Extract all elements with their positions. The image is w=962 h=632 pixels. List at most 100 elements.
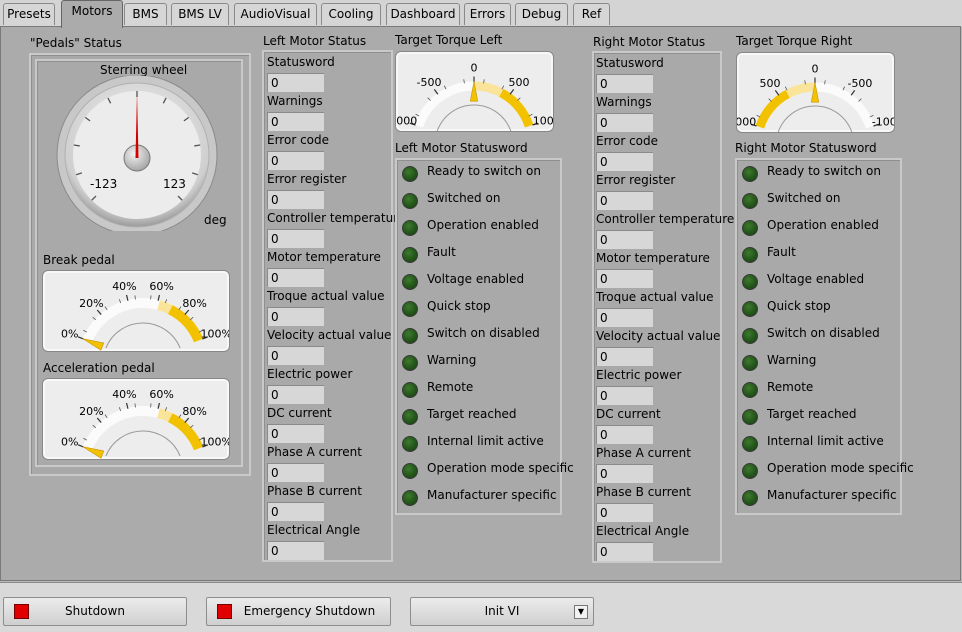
steering-label: Sterring wheel [100, 63, 187, 77]
left-statusword-led [402, 409, 418, 425]
accel-pedal-needle [83, 447, 104, 458]
tab-audiovisual[interactable]: AudioVisual [234, 3, 317, 25]
right-motor-field-label: Motor temperature [596, 251, 710, 265]
left-motor-field-label: Statusword [267, 55, 335, 69]
right-statusword-led-label: Voltage enabled [767, 272, 864, 286]
left-motor-field-value[interactable]: 0 [267, 307, 324, 326]
left-motor-field-value[interactable]: 0 [267, 502, 324, 521]
left-statusword-led [402, 166, 418, 182]
right-statusword-led [742, 409, 758, 425]
left-motor-field-label: Velocity actual value [267, 328, 391, 342]
left-statusword-title: Left Motor Statusword [395, 141, 528, 155]
left-statusword-led-label: Internal limit active [427, 434, 544, 448]
tab-cooling[interactable]: Cooling [321, 3, 381, 25]
left-motor-field-value[interactable]: 0 [267, 385, 324, 404]
left-motor-field-value[interactable]: 0 [267, 424, 324, 443]
left-motor-field-value[interactable]: 0 [267, 541, 324, 560]
torque-left-meter: -1000-50005001000 [396, 52, 553, 131]
torque-left-tick-label: 0 [471, 62, 478, 75]
init-vi-label: Init VI [485, 604, 520, 618]
torque-right-title: Target Torque Right [736, 34, 852, 48]
right-statusword-led-label: Target reached [767, 407, 857, 421]
right-statusword-led [742, 166, 758, 182]
right-motor-field-value[interactable]: 0 [596, 425, 653, 444]
left-motor-field-label: Electric power [267, 367, 352, 381]
torque-right-tick-label: 1000 [737, 115, 756, 128]
left-motor-field-value[interactable]: 0 [267, 112, 324, 131]
right-statusword-led-label: Quick stop [767, 299, 831, 313]
right-statusword-led [742, 490, 758, 506]
right-statusword-led [742, 301, 758, 317]
emergency-shutdown-button[interactable]: Emergency Shutdown [206, 597, 391, 626]
left-motor-field-value[interactable]: 0 [267, 151, 324, 170]
right-statusword-led [742, 436, 758, 452]
left-motor-field-value[interactable]: 0 [267, 229, 324, 248]
init-vi-select[interactable]: Init VI ▼ [410, 597, 594, 626]
tab-bms[interactable]: BMS [124, 3, 167, 25]
emergency-shutdown-label: Emergency Shutdown [244, 604, 375, 618]
right-statusword-led [742, 193, 758, 209]
accel-pedal-tick-label: 40% [112, 388, 136, 401]
right-motor-field-label: Electrical Angle [596, 524, 689, 538]
shutdown-button[interactable]: Shutdown [3, 597, 187, 626]
left-motor-field-value[interactable]: 0 [267, 463, 324, 482]
chevron-down-icon[interactable]: ▼ [574, 605, 588, 619]
right-motor-field-label: Phase A current [596, 446, 691, 460]
tab-bms-lv[interactable]: BMS LV [171, 3, 229, 25]
accel-pedal-tick-label: 0% [61, 435, 78, 448]
tab-ref[interactable]: Ref [573, 3, 610, 25]
torque-right-tick-label: 0 [812, 63, 819, 76]
left-statusword-led [402, 301, 418, 317]
right-motor-field-value[interactable]: 0 [596, 386, 653, 405]
accel-pedal-tick-label: 20% [79, 405, 103, 418]
tab-debug[interactable]: Debug [515, 3, 568, 25]
left-statusword-led [402, 274, 418, 290]
right-motor-field-value[interactable]: 0 [596, 347, 653, 366]
left-statusword-led [402, 436, 418, 452]
right-statusword-led-label: Operation enabled [767, 218, 879, 232]
accel-pedal-gauge: 0%20%40%60%80%100% [42, 378, 230, 460]
right-statusword-led-label: Ready to switch on [767, 164, 881, 178]
torque-right-tick-label: -1000 [872, 115, 894, 128]
tab-bar: Presets Motors BMS BMS LV AudioVisual Co… [0, 0, 962, 27]
left-motor-field-label: Controller temperature [267, 211, 405, 225]
left-motor-field-value[interactable]: 0 [267, 73, 324, 92]
right-motor-field-value[interactable]: 0 [596, 269, 653, 288]
right-motor-field-value[interactable]: 0 [596, 113, 653, 132]
right-statusword-led [742, 382, 758, 398]
right-motor-field-label: Error register [596, 173, 675, 187]
right-motor-field-value[interactable]: 0 [596, 230, 653, 249]
left-motor-field-label: Warnings [267, 94, 323, 108]
right-motor-field-value[interactable]: 0 [596, 503, 653, 522]
torque-left-tick-label: -500 [417, 76, 442, 89]
left-statusword-led-label: Quick stop [427, 299, 491, 313]
right-statusword-led-label: Manufacturer specific [767, 488, 897, 502]
right-statusword-led-label: Remote [767, 380, 813, 394]
right-motor-field-value[interactable]: 0 [596, 464, 653, 483]
tab-dashboard[interactable]: Dashboard [386, 3, 460, 25]
right-motor-field-value[interactable]: 0 [596, 542, 653, 561]
torque-left-tick-label: 500 [508, 76, 529, 89]
tab-presets[interactable]: Presets [3, 3, 55, 25]
right-statusword-led [742, 328, 758, 344]
right-statusword-led [742, 274, 758, 290]
torque-left-tick-label: 1000 [533, 114, 553, 127]
right-motor-field-label: Velocity actual value [596, 329, 720, 343]
break-pedal-gauge: 0%20%40%60%80%100% [42, 270, 230, 352]
tab-motors[interactable]: Motors [61, 0, 123, 28]
accel-pedal-label: Acceleration pedal [43, 361, 155, 375]
left-motor-field-value[interactable]: 0 [267, 190, 324, 209]
break-pedal-meter: 0%20%40%60%80%100% [43, 271, 229, 351]
tab-errors[interactable]: Errors [464, 3, 511, 25]
right-motor-field-value[interactable]: 0 [596, 74, 653, 93]
right-motor-field-value[interactable]: 0 [596, 308, 653, 327]
right-statusword-led-label: Operation mode specific [767, 461, 914, 475]
left-motor-field-label: Error register [267, 172, 346, 186]
right-motor-field-label: Phase B current [596, 485, 691, 499]
left-statusword-led-label: Remote [427, 380, 473, 394]
right-motor-field-label: Warnings [596, 95, 652, 109]
right-motor-field-value[interactable]: 0 [596, 191, 653, 210]
right-motor-field-value[interactable]: 0 [596, 152, 653, 171]
left-motor-field-value[interactable]: 0 [267, 268, 324, 287]
left-motor-field-value[interactable]: 0 [267, 346, 324, 365]
